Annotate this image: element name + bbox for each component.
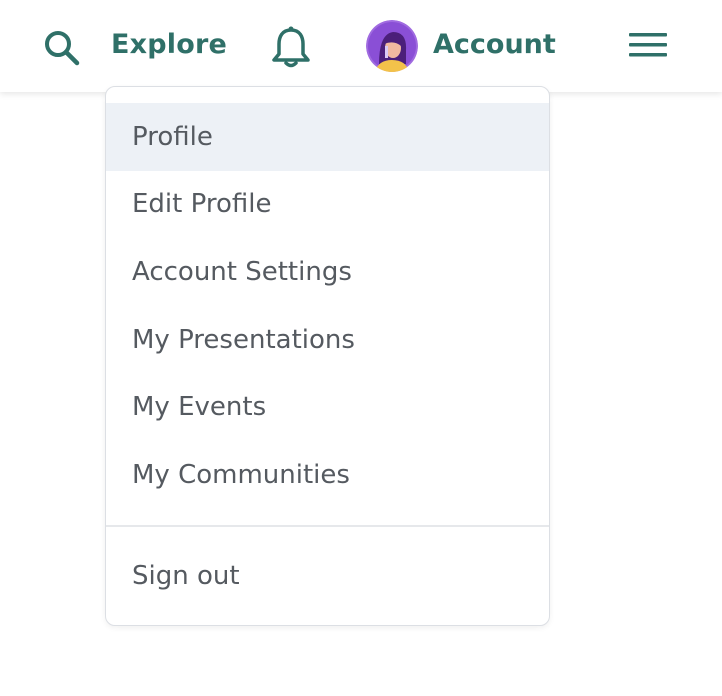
menu-item-my-communities[interactable]: My Communities <box>106 441 549 509</box>
top-navbar: Explore Account <box>0 0 722 92</box>
menu-item-profile[interactable]: Profile <box>106 103 549 171</box>
menu-item-my-events[interactable]: My Events <box>106 373 549 441</box>
menu-item-edit-profile[interactable]: Edit Profile <box>106 170 549 238</box>
account-dropdown-menu: Profile Edit Profile Account Settings My… <box>105 86 550 626</box>
notifications-button[interactable] <box>270 24 312 68</box>
search-icon <box>45 31 80 66</box>
main-menu-button[interactable] <box>627 30 669 62</box>
account-label: Account <box>433 29 556 60</box>
avatar[interactable] <box>366 20 418 72</box>
sign-out-button[interactable]: Sign out <box>106 542 549 610</box>
hamburger-menu-icon <box>629 33 667 57</box>
menu-divider <box>106 525 549 527</box>
menu-item-my-presentations[interactable]: My Presentations <box>106 306 549 374</box>
user-avatar-image <box>366 20 418 72</box>
explore-link[interactable]: Explore <box>111 26 227 64</box>
menu-item-account-settings[interactable]: Account Settings <box>106 238 549 306</box>
search-button[interactable] <box>40 26 82 68</box>
bell-icon <box>272 26 310 68</box>
